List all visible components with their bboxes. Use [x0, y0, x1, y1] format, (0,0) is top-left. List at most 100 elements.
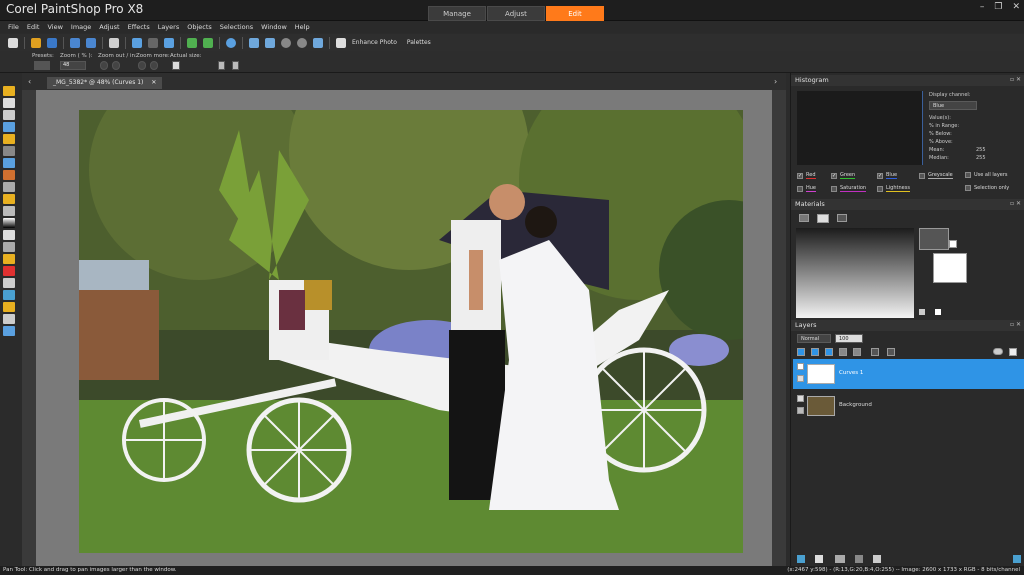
layer-row-curves[interactable]: Curves 1 — [793, 359, 1024, 389]
fill-button[interactable] — [232, 61, 239, 70]
check-use-all-layers[interactable]: Use all layers — [965, 172, 1008, 178]
layer-style-icon[interactable] — [815, 555, 823, 563]
layers-header[interactable]: Layers ▫ ✕ — [791, 320, 1024, 331]
eraser-tool-icon[interactable] — [3, 206, 15, 216]
histogram-header[interactable]: Histogram ▫ ✕ — [791, 75, 1024, 86]
check-selection-only[interactable]: Selection only — [965, 185, 1009, 191]
wedding-photo[interactable] — [79, 110, 743, 553]
document-tab[interactable]: _MG_5382* @ 48% (Curves 1) ✕ — [47, 77, 163, 89]
zoom-more-in-button[interactable] — [150, 61, 158, 70]
pan-tool-icon[interactable] — [3, 86, 15, 96]
layout-icon[interactable] — [336, 37, 346, 48]
dropper-tool-icon[interactable] — [3, 122, 15, 132]
color-changer-icon[interactable] — [3, 266, 15, 276]
zoom-in-icon[interactable] — [297, 37, 307, 48]
actual-size-button[interactable] — [172, 61, 180, 70]
tab-adjust[interactable]: Adjust — [487, 6, 545, 21]
display-channel-select[interactable]: Blue — [929, 101, 977, 110]
dropper-alt-icon[interactable] — [3, 326, 15, 336]
undo-icon[interactable] — [132, 37, 142, 48]
pick-tool-icon[interactable] — [3, 98, 15, 108]
rainbow-tab-icon[interactable] — [817, 214, 829, 223]
zoom-percent-input[interactable]: 48 — [60, 61, 86, 70]
rotate-left-icon[interactable] — [187, 37, 197, 48]
pen-tool-icon[interactable] — [3, 302, 15, 312]
new-layer-icon[interactable] — [797, 348, 805, 356]
menu-view[interactable]: View — [47, 23, 62, 31]
fit-image-icon[interactable] — [265, 37, 275, 48]
new-file-icon[interactable] — [8, 37, 18, 48]
new-vector-icon[interactable] — [825, 348, 833, 356]
visibility-icon[interactable] — [993, 348, 1003, 355]
foreground-swatch[interactable] — [919, 228, 949, 250]
check-greyscale[interactable]: Greyscale — [919, 172, 953, 179]
dropper-icon[interactable] — [919, 309, 925, 315]
frame-icon[interactable] — [799, 214, 809, 222]
redo-icon[interactable] — [148, 37, 158, 48]
menu-effects[interactable]: Effects — [128, 23, 150, 31]
presets-dropdown[interactable] — [34, 61, 50, 70]
red-eye-tool-icon[interactable] — [3, 158, 15, 168]
crop-tool-icon[interactable] — [3, 134, 15, 144]
menu-layers[interactable]: Layers — [158, 23, 180, 31]
blend-mode-select[interactable]: Normal — [797, 334, 831, 343]
swap-colors-icon[interactable] — [949, 240, 957, 248]
fit-button[interactable] — [218, 61, 225, 70]
clone-tool-icon[interactable] — [3, 182, 15, 192]
menu-file[interactable]: File — [8, 23, 19, 31]
check-green[interactable]: ✓ Green — [831, 172, 856, 179]
panel-controls-icon[interactable]: ▫ ✕ — [1010, 200, 1021, 207]
resize-grip-icon[interactable] — [1013, 555, 1021, 563]
selection-tool-icon[interactable] — [3, 110, 15, 120]
resize-icon[interactable] — [164, 37, 174, 48]
layer-mask-icon[interactable] — [835, 555, 845, 563]
straighten-tool-icon[interactable] — [3, 146, 15, 156]
restore-button[interactable]: ❐ — [994, 2, 1002, 12]
menu-selections[interactable]: Selections — [220, 23, 253, 31]
enhance-photo-menu[interactable]: Enhance Photo — [352, 39, 397, 46]
dodge-tool-icon[interactable] — [3, 230, 15, 240]
tab-edit[interactable]: Edit — [546, 6, 604, 21]
material-color-picker[interactable] — [796, 228, 914, 318]
opacity-input[interactable]: 100 — [835, 334, 863, 343]
rotate-right-icon[interactable] — [203, 37, 213, 48]
text-tool-icon[interactable] — [3, 278, 15, 288]
print-icon[interactable] — [109, 37, 119, 48]
chevron-right-icon[interactable]: › — [774, 77, 777, 86]
menu-adjust[interactable]: Adjust — [99, 23, 119, 31]
makeover-tool-icon[interactable] — [3, 170, 15, 180]
chevron-left-icon[interactable]: ‹ — [28, 77, 31, 86]
menu-window[interactable]: Window — [261, 23, 287, 31]
canvas-viewport[interactable] — [36, 90, 772, 566]
close-tab-icon[interactable]: ✕ — [151, 79, 156, 86]
link-icon[interactable] — [871, 348, 879, 356]
check-hue[interactable]: Hue — [797, 185, 817, 192]
browse-icon[interactable] — [47, 37, 57, 48]
panel-controls-icon[interactable]: ▫ ✕ — [1010, 321, 1021, 328]
add-icon[interactable] — [935, 309, 941, 315]
warp-tool-icon[interactable] — [3, 314, 15, 324]
eye-icon[interactable] — [797, 395, 804, 402]
layer-new-icon[interactable] — [797, 555, 805, 563]
tab-manage[interactable]: Manage — [428, 6, 486, 21]
smudge-tool-icon[interactable] — [3, 242, 15, 252]
check-lightness[interactable]: Lightness — [877, 185, 910, 192]
panel-controls-icon[interactable]: ▫ ✕ — [1010, 76, 1021, 83]
delete-layer-icon[interactable] — [873, 555, 881, 563]
save-as-icon[interactable] — [86, 37, 96, 48]
minimize-button[interactable]: – — [980, 2, 985, 12]
zoom-out-icon[interactable] — [281, 37, 291, 48]
menu-objects[interactable]: Objects — [187, 23, 212, 31]
eye-icon[interactable] — [797, 363, 804, 370]
check-saturation[interactable]: Saturation — [831, 185, 867, 192]
new-raster-icon[interactable] — [811, 348, 819, 356]
full-screen-icon[interactable] — [313, 37, 323, 48]
save-icon[interactable] — [70, 37, 80, 48]
menu-image[interactable]: Image — [71, 23, 91, 31]
materials-header[interactable]: Materials ▫ ✕ — [791, 199, 1024, 210]
paint-brush-icon[interactable] — [3, 194, 15, 204]
panel-menu-icon[interactable] — [1009, 348, 1017, 356]
menu-edit[interactable]: Edit — [27, 23, 40, 31]
fit-window-icon[interactable] — [249, 37, 259, 48]
menu-help[interactable]: Help — [295, 23, 310, 31]
